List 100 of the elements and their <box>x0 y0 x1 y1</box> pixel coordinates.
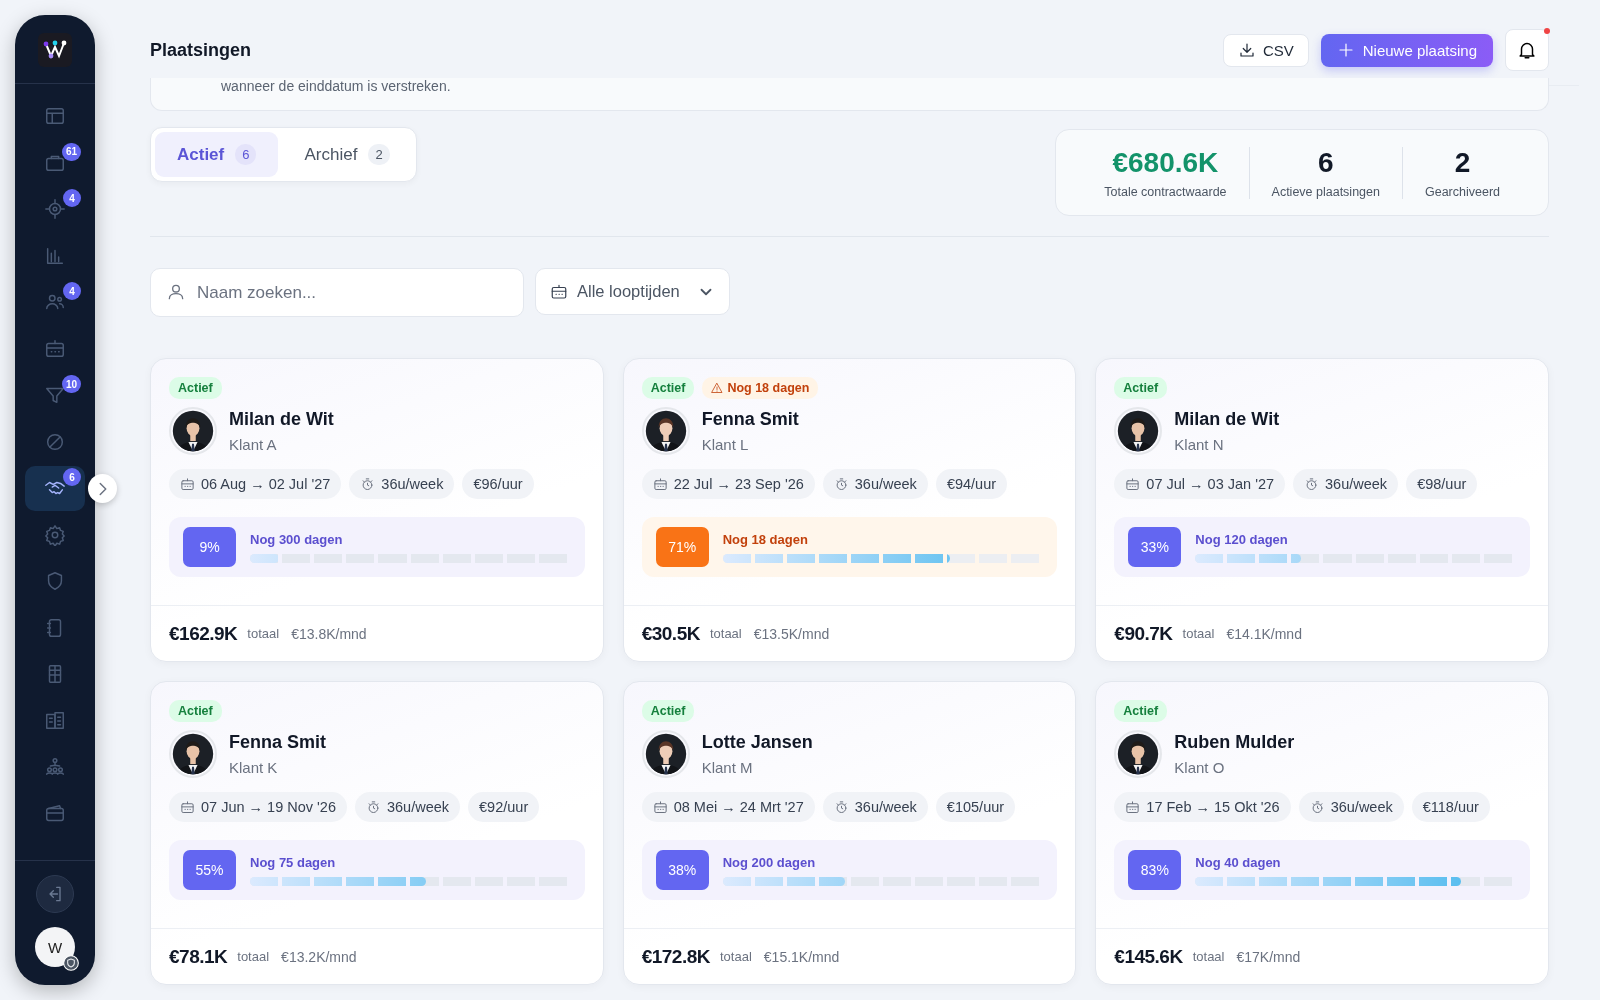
crosshair-icon <box>44 198 66 221</box>
total-label: totaal <box>720 949 752 964</box>
count-badge: 6 <box>63 468 81 486</box>
count-badge: 6 <box>235 144 257 165</box>
remaining-days: Nog 75 dagen <box>250 854 571 870</box>
rate-chip: €105/uur <box>935 792 1016 822</box>
client-name: Klant L <box>701 436 750 453</box>
hours-chip: 36u/week <box>822 469 928 499</box>
total-value: €90.7K <box>1114 622 1173 645</box>
warning-icon <box>711 382 724 394</box>
person-name: Fenna Smit <box>701 409 799 430</box>
calendar-icon <box>652 476 668 492</box>
placement-card[interactable]: Actief Lotte Jansen Klant M 08 Mei → 24 Mrt '27 36u/week €105/uur 38% Nog 200 dagen €172.8K totaal €15.1K/mnd <box>622 681 1077 985</box>
gear-icon <box>44 523 66 546</box>
rate-chip: €96/uur <box>462 469 534 499</box>
remaining-days: Nog 18 dagen <box>722 531 1044 547</box>
total-label: totaal <box>247 626 280 641</box>
status-badge: Actief <box>641 377 695 399</box>
notifications-button[interactable] <box>1505 29 1549 71</box>
buildings-icon <box>44 709 66 732</box>
rate-chip: €98/uur <box>1406 469 1478 499</box>
total-label: totaal <box>237 949 270 964</box>
date-range-chip: 07 Jul → 03 Jan '27 <box>1114 469 1286 499</box>
status-badge: Actief <box>641 700 695 722</box>
date-range-chip: 06 Aug → 02 Jul '27 <box>169 469 342 499</box>
placement-card[interactable]: Actief Ruben Mulder Klant O 17 Feb → 15 Okt '26 36u/week €118/uur 83% Nog 40 dagen €145.6K totaal €17K/mnd <box>1095 681 1549 985</box>
count-badge: 2 <box>368 144 390 165</box>
status-badge: Actief <box>169 700 222 722</box>
monthly-value: €17K/mnd <box>1236 948 1301 965</box>
total-label: totaal <box>1182 626 1215 641</box>
percent-badge: 83% <box>1128 850 1182 890</box>
calendar-icon <box>1125 476 1141 492</box>
status-badge: Actief <box>1114 377 1168 399</box>
hours-chip: 36u/week <box>1298 792 1404 822</box>
total-label: totaal <box>709 626 742 641</box>
sidebar-item[interactable]: 4 <box>25 187 85 232</box>
percent-badge: 33% <box>1128 527 1182 567</box>
calendar-icon <box>652 799 668 815</box>
count-badge: 4 <box>63 282 81 300</box>
calendar-icon <box>44 337 66 360</box>
person-name: Milan de Wit <box>229 409 334 430</box>
date-range-chip: 22 Jul → 23 Sep '26 <box>641 469 815 499</box>
person-name: Fenna Smit <box>229 732 326 753</box>
info-text: wanneer de einddatum is verstreken. <box>221 78 452 94</box>
total-value: €30.5K <box>641 622 700 645</box>
calendar-icon <box>180 476 195 492</box>
remaining-days: Nog 200 dagen <box>722 854 1044 870</box>
percent-badge: 9% <box>183 527 236 567</box>
expand-button[interactable] <box>88 474 117 503</box>
hours-chip: 36u/week <box>349 469 455 499</box>
percent-badge: 38% <box>655 850 709 890</box>
status-badge: Actief <box>1114 700 1168 722</box>
stat-label: Gearchiveerd <box>1424 184 1500 199</box>
download-icon <box>1237 41 1256 59</box>
csv-button[interactable]: CSV <box>1222 33 1309 67</box>
hours-chip: 36u/week <box>1293 469 1399 499</box>
sidebar-item[interactable]: 61 <box>25 140 85 185</box>
rate-chip: €118/uur <box>1411 792 1490 822</box>
count-badge: 61 <box>61 142 81 161</box>
person-name: Lotte Jansen <box>701 732 813 753</box>
remaining-days: Nog 120 dagen <box>1195 531 1516 547</box>
total-value: €78.1K <box>169 945 228 968</box>
rate-chip: €94/uur <box>935 469 1008 499</box>
stat-value: €680.6K <box>1112 146 1219 179</box>
placement-card[interactable]: Actief Milan de Wit Klant N 07 Jul → 03 Jan '27 36u/week €98/uur 33% Nog 120 dagen €90.7K totaal €14.1K/mnd <box>1095 358 1549 662</box>
logout-button[interactable] <box>36 875 74 913</box>
total-value: €172.8K <box>641 945 710 968</box>
count-badge: 10 <box>61 375 81 393</box>
monthly-value: €13.8K/mnd <box>291 625 367 642</box>
shield-icon <box>63 955 79 971</box>
percent-badge: 71% <box>655 527 709 567</box>
percent-badge: 55% <box>183 850 236 890</box>
logo <box>38 33 72 67</box>
tab[interactable]: Actief 6 <box>155 132 279 177</box>
new-placement-button[interactable]: Nieuwe plaatsing <box>1320 33 1493 67</box>
remaining-days: Nog 40 dagen <box>1195 854 1516 870</box>
sidebar-item[interactable]: 10 <box>25 373 85 418</box>
search-field[interactable]: Naam zoeken... <box>150 268 524 317</box>
placement-card[interactable]: Actief Nog 18 dagen Fenna Smit Klant L 22 Jul → 23 Sep '26 36u/week €94/uur 71% Nog 18 dagen €30.5K totaal €13.5K/mnd <box>622 358 1077 662</box>
person-name: Ruben Mulder <box>1174 732 1295 753</box>
monthly-value: €13.5K/mnd <box>753 625 830 642</box>
placement-card[interactable]: Actief Milan de Wit Klant A 06 Aug → 02 Jul '27 36u/week €96/uur 9% Nog 300 dagen €162.9K totaal €13.8K/mnd <box>150 358 604 662</box>
calendar-icon <box>180 799 195 815</box>
status-badge: Actief <box>169 377 222 399</box>
sidebar-item[interactable]: 4 <box>25 280 85 325</box>
monthly-value: €14.1K/mnd <box>1226 625 1302 642</box>
duration-dropdown[interactable]: Alle looptijden <box>535 268 730 315</box>
total-label: totaal <box>1192 949 1225 964</box>
placement-card[interactable]: Actief Fenna Smit Klant K 07 Jun → 19 Nov '26 36u/week €92/uur 55% Nog 75 dagen €78.1K totaal €13.2K/mnd <box>150 681 604 985</box>
date-range-chip: 08 Mei → 24 Mrt '27 <box>641 792 815 822</box>
total-value: €162.9K <box>169 622 238 645</box>
hours-chip: 36u/week <box>354 792 461 822</box>
tab[interactable]: Archief 2 <box>282 132 412 177</box>
calendar-icon <box>1125 799 1141 815</box>
page-title: Plaatsingen <box>150 39 252 61</box>
client-name: Klant A <box>229 436 278 453</box>
count-badge: 4 <box>63 189 81 207</box>
stat-value: 2 <box>1454 146 1471 179</box>
warning-text: Nog 18 dagen <box>727 381 810 395</box>
date-range-chip: 17 Feb → 15 Okt '26 <box>1114 792 1291 822</box>
